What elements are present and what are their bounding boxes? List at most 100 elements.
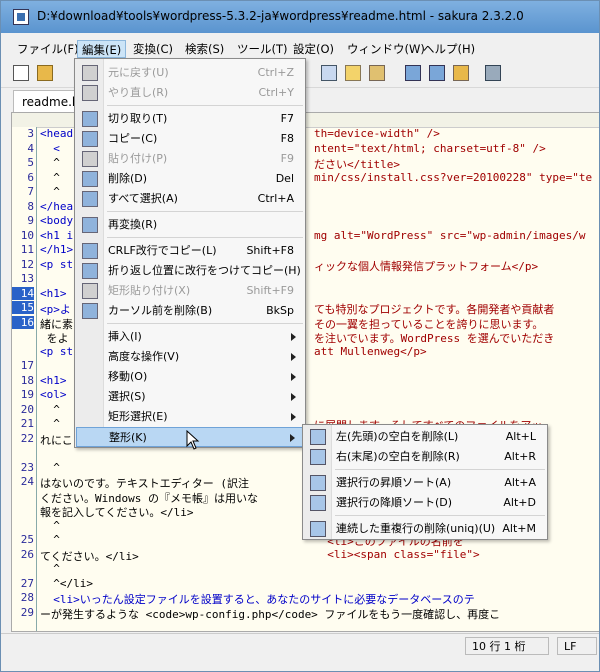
crlf-copy-icon <box>82 243 98 259</box>
settings-icon[interactable] <box>485 65 501 81</box>
line-number: 16 <box>12 315 34 329</box>
code-line: <ol> <box>40 388 67 401</box>
menu-file[interactable]: ファイル(F) <box>13 40 83 58</box>
menu-help[interactable]: ヘルプ(H) <box>419 40 479 58</box>
menu-convert[interactable]: 変換(C) <box>129 40 177 58</box>
code-line: <body <box>40 214 74 227</box>
format-menu-item[interactable]: 選択行の昇順ソート(A) Alt+A <box>304 473 546 493</box>
line-number: 21 <box>20 417 34 430</box>
edit-menu-item[interactable]: 貼り付け(P) F9 <box>76 149 304 169</box>
menu-separator <box>335 469 545 470</box>
tool-b-icon[interactable] <box>429 65 445 81</box>
menu-item-label: 高度な操作(V) <box>108 350 180 363</box>
submenu-arrow-icon <box>291 393 296 401</box>
code-line: ^ <box>40 417 60 430</box>
format-menu-item[interactable]: 左(先頭)の空白を削除(L) Alt+L <box>304 427 546 447</box>
tool-a-icon[interactable] <box>405 65 421 81</box>
edit-menu-item[interactable]: 切り取り(T) F7 <box>76 109 304 129</box>
edit-menu: 元に戻す(U) Ctrl+Z やり直し(R) Ctrl+Y 切り取り(T) F7 コピー(C… <box>74 58 306 448</box>
edit-menu-item[interactable]: 矩形選択(E) <box>76 407 304 427</box>
menu-edit[interactable]: 編集(E) <box>77 40 127 58</box>
format-menu-item[interactable]: 選択行の降順ソート(D) Alt+D <box>304 493 546 513</box>
menu-item-label: カーソル前を削除(B) <box>108 304 213 317</box>
menu-separator <box>107 237 303 238</box>
code-line: <p st <box>40 344 74 358</box>
menu-search[interactable]: 検索(S) <box>181 40 228 58</box>
edit-menu-item[interactable]: 挿入(I) <box>76 327 304 347</box>
menu-item-label: CRLF改行でコピー(L) <box>108 244 217 257</box>
menu-item-shortcut: F9 <box>280 152 294 165</box>
line-number: 22 <box>20 431 34 445</box>
menu-item-shortcut: Alt+R <box>504 450 536 463</box>
code-line: <h1> <box>40 373 67 387</box>
edit-menu-item[interactable]: コピー(C) F8 <box>76 129 304 149</box>
bookmark-icon[interactable] <box>345 65 361 81</box>
edit-menu-item[interactable]: やり直し(R) Ctrl+Y <box>76 83 304 103</box>
edit-menu-item[interactable]: 削除(D) Del <box>76 169 304 189</box>
line-number: 10 <box>20 228 34 242</box>
line-number: 4 <box>27 141 34 155</box>
format-menu-item[interactable]: 連続した重複行の削除(uniq)(U) Alt+M <box>304 519 546 539</box>
edit-menu-item[interactable]: CRLF改行でコピー(L) Shift+F8 <box>76 241 304 261</box>
code-line: <h1 i <box>40 228 74 242</box>
menu-tools[interactable]: ツール(T) <box>233 40 292 58</box>
code-line: ^ <box>40 156 60 169</box>
title-bar[interactable]: D:¥download¥tools¥wordpress-5.3.2-ja¥wor… <box>1 1 599 33</box>
format-menu-item[interactable]: 右(末尾)の空白を削除(R) Alt+R <box>304 447 546 467</box>
open-folder-icon[interactable] <box>37 65 53 81</box>
menu-item-label: 左(先頭)の空白を削除(L) <box>336 430 459 443</box>
code-line: <p st <box>40 257 74 271</box>
edit-menu-item[interactable]: 移動(O) <box>76 367 304 387</box>
code-line: れにこ <box>40 433 73 447</box>
menu-item-label: 挿入(I) <box>108 330 142 343</box>
search-next-icon[interactable] <box>321 65 337 81</box>
line-number: 27 <box>20 576 34 590</box>
menu-item-label: 右(末尾)の空白を削除(R) <box>336 450 460 463</box>
line-number: 25 <box>20 533 34 546</box>
edit-menu-item[interactable]: 再変換(R) <box>76 215 304 235</box>
line-number: 26 <box>20 547 34 561</box>
app-icon <box>13 9 29 25</box>
line-number: 3 <box>27 127 34 140</box>
redo-icon <box>82 85 98 101</box>
menu-item-shortcut: Ctrl+A <box>257 192 294 205</box>
menu-window[interactable]: ウィンドウ(W) <box>343 40 429 58</box>
sort-desc-icon <box>310 495 326 511</box>
code-line: </hea <box>40 199 74 213</box>
edit-menu-item[interactable]: 元に戻す(U) Ctrl+Z <box>76 63 304 83</box>
edit-menu-item[interactable]: 高度な操作(V) <box>76 347 304 367</box>
menu-item-label: 矩形貼り付け(X) <box>108 284 191 297</box>
code-line: ^ <box>40 562 60 575</box>
code-line-tail: ntent="text/html; charset=utf-8" /> <box>314 141 546 155</box>
format-submenu: 左(先頭)の空白を削除(L) Alt+L 右(末尾)の空白を削除(R) Alt+R 選択… <box>302 424 548 540</box>
grep-icon[interactable] <box>369 65 385 81</box>
line-number: 28 <box>20 591 34 604</box>
sort-asc-icon <box>310 475 326 491</box>
line-number: 15 <box>12 301 34 314</box>
line-number: 9 <box>27 214 34 227</box>
delete-icon <box>82 171 98 187</box>
edit-menu-item[interactable]: 選択(S) <box>76 387 304 407</box>
edit-menu-item[interactable]: 折り返し位置に改行をつけてコピー(H) <box>76 261 304 281</box>
line-number: 24 <box>20 475 34 488</box>
code-line: ーが発生するような <code>wp-config.php</code> ファイ… <box>40 607 501 621</box>
paste-icon <box>82 151 98 167</box>
code-line: 報を記入してください。</li> <box>40 506 194 519</box>
menu-item-shortcut: Alt+D <box>503 496 536 509</box>
edit-menu-item[interactable]: すべて選択(A) Ctrl+A <box>76 189 304 209</box>
menu-item-shortcut: Shift+F8 <box>246 244 294 257</box>
code-line-tail: th=device-width" /> <box>314 127 440 140</box>
edit-menu-item[interactable]: カーソル前を削除(B) BkSp <box>76 301 304 321</box>
menu-settings[interactable]: 設定(O) <box>289 40 338 58</box>
line-number: 18 <box>20 373 34 387</box>
code-line: ^ <box>40 533 60 546</box>
menu-item-label: 整形(K) <box>109 431 147 444</box>
new-file-icon[interactable] <box>13 65 29 81</box>
code-line: ^ <box>40 170 60 184</box>
edit-menu-item[interactable]: 矩形貼り付け(X) Shift+F9 <box>76 281 304 301</box>
menu-item-label: 移動(O) <box>108 370 148 383</box>
line-number: 13 <box>20 272 34 285</box>
line-number: 7 <box>27 185 34 198</box>
tool-c-icon[interactable] <box>453 65 469 81</box>
backspace-icon <box>82 303 98 319</box>
